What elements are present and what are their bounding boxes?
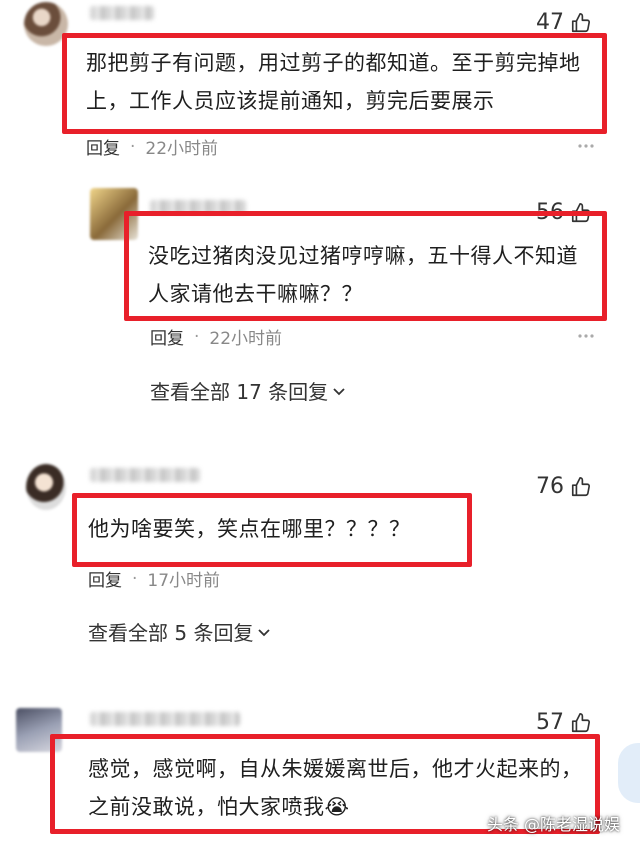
avatar[interactable] xyxy=(26,464,66,510)
separator-dot: · xyxy=(130,136,136,157)
like-button[interactable]: 47 xyxy=(536,10,592,35)
reply-button[interactable]: 回复 xyxy=(86,134,120,159)
like-count: 47 xyxy=(536,10,564,35)
view-all-label: 查看全部 5 条回复 xyxy=(88,621,254,645)
timestamp: 22小时前 xyxy=(145,139,219,159)
view-all-replies-link[interactable]: 查看全部 5 条回复 xyxy=(88,617,271,646)
crying-emoji: 😭 xyxy=(324,795,350,819)
chevron-down-icon xyxy=(333,387,345,395)
comment-text: 他为啥要笑，笑点在哪里？？？？ xyxy=(88,510,468,548)
like-button[interactable]: 76 xyxy=(536,474,592,499)
comment-meta: 回复 · 22小时前 xyxy=(150,324,283,350)
comment-line: 上，工作人员应该提前通知，剪完后要展示 xyxy=(86,89,495,113)
comment-line: 感觉，感觉啊，自从朱媛媛离世后，他才火起来的， xyxy=(88,757,583,781)
view-all-replies-link[interactable]: 查看全部 17 条回复 xyxy=(150,376,346,405)
comment-line: 人家请他去干嘛嘛？？ xyxy=(148,282,363,306)
more-options-icon[interactable] xyxy=(578,138,594,154)
like-count: 76 xyxy=(536,474,564,499)
comment-meta: 回复 · 22小时前 xyxy=(86,134,219,160)
timestamp: 17小时前 xyxy=(147,571,221,591)
floating-side-widget[interactable] xyxy=(618,743,640,803)
comment-line: 他为啥要笑，笑点在哪里？？？？ xyxy=(88,517,411,541)
username-blurred[interactable] xyxy=(90,468,200,482)
comment-line: 没吃过猪肉没见过猪哼哼嘛，五十得人不知道 xyxy=(148,244,578,268)
reply-button[interactable]: 回复 xyxy=(150,324,184,349)
comment-line: 之前没敢说，怕大家喷我 xyxy=(88,795,325,819)
thumbs-up-icon xyxy=(571,476,591,496)
comment-meta: 回复 · 17小时前 xyxy=(88,566,221,592)
more-options-icon[interactable] xyxy=(578,328,594,344)
view-all-label: 查看全部 17 条回复 xyxy=(150,380,329,404)
comment-text: 那把剪子有问题，用过剪子的都知道。至于剪完掉地 上，工作人员应该提前通知，剪完后… xyxy=(86,44,596,120)
comment-text: 没吃过猪肉没见过猪哼哼嘛，五十得人不知道 人家请他去干嘛嘛？？ xyxy=(148,237,598,313)
thumbs-up-icon xyxy=(571,712,591,732)
username-blurred[interactable] xyxy=(90,712,240,726)
timestamp: 22小时前 xyxy=(209,329,283,349)
separator-dot: · xyxy=(132,568,138,589)
reply-button[interactable]: 回复 xyxy=(88,566,122,591)
chevron-down-icon xyxy=(258,628,271,636)
like-count: 57 xyxy=(536,710,564,735)
separator-dot: · xyxy=(194,326,200,347)
watermark: 头条 @陈老湿说娱 xyxy=(486,815,620,834)
comment-line: 那把剪子有问题，用过剪子的都知道。至于剪完掉地 xyxy=(86,51,581,75)
like-button[interactable]: 57 xyxy=(536,710,592,735)
username-blurred[interactable] xyxy=(90,6,154,20)
thumbs-up-icon xyxy=(571,12,591,32)
